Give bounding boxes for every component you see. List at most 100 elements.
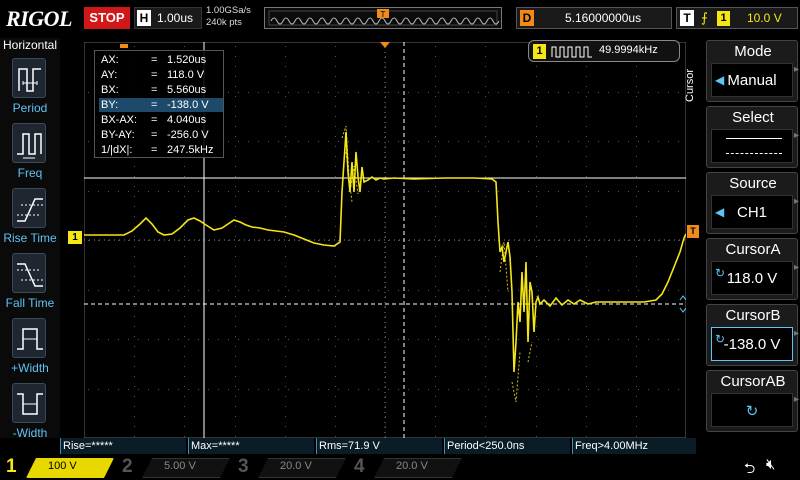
channel1-status[interactable]: 1 100 V — [2, 454, 118, 480]
timebase-display[interactable]: H 1.00us — [134, 7, 202, 29]
counter-value: 49.9994kHz — [599, 44, 658, 56]
freq-label: Freq — [17, 166, 43, 180]
delay-value: 5.16000000us — [565, 11, 642, 25]
readout-value: 118.0 V — [167, 69, 205, 81]
readout-key: BX: — [101, 84, 119, 96]
measure-positive-width-button[interactable]: +Width — [0, 318, 60, 382]
trigger-level-marker[interactable]: T — [687, 225, 699, 238]
menu-title: Cursor — [684, 68, 696, 102]
memory-depth: 240k pts — [206, 17, 242, 28]
rise-time-icon — [12, 188, 46, 228]
square-wave-icon — [551, 46, 592, 58]
panel-title: Horizontal — [2, 38, 58, 52]
readout-value: 4.040us — [167, 114, 207, 126]
negative-width-icon — [12, 383, 46, 423]
readout-key: 1/|dX|: — [101, 144, 133, 156]
readout-key: BX-AX: — [101, 114, 138, 126]
rising-edge-icon: ⨍ — [701, 10, 708, 25]
measurement-freq[interactable]: Freq>4.00MHz — [572, 438, 696, 454]
period-label: Period — [12, 101, 48, 115]
mode-softkey[interactable]: Mode ◀ Manual — [706, 40, 798, 102]
positive-width-label: +Width — [11, 361, 49, 375]
trigger-display[interactable]: T ⨍ 1 10.0 V — [676, 7, 798, 29]
channel-scale: 5.00 V — [164, 460, 196, 472]
readout-eq: = — [151, 129, 158, 141]
select-label: Select — [732, 109, 774, 126]
measurement-max[interactable]: Max=***** — [188, 438, 314, 454]
trigger-tag: T — [680, 10, 694, 26]
speaker-muted-icon[interactable]: 🔇︎ — [766, 456, 775, 473]
channel1-offset-marker[interactable]: 1 — [68, 231, 82, 244]
trigger-position-label: T — [381, 10, 386, 19]
menu-edge-arrow-icon: ▸ — [794, 394, 800, 405]
cursor-b-value-box: ↻ -138.0 V — [711, 327, 793, 361]
measure-fall-time-button[interactable]: Fall Time — [0, 253, 60, 317]
measurement-period[interactable]: Period<250.0ns — [444, 438, 570, 454]
channel-scale: 20.0 V — [396, 460, 428, 472]
brand-logo: RIGOL — [6, 6, 72, 31]
source-softkey[interactable]: Source ◀ CH1 — [706, 172, 798, 234]
positive-width-icon — [12, 318, 46, 358]
cursor-top-marker — [120, 44, 128, 48]
cursor-ab-softkey[interactable]: CursorAB ↻ — [706, 370, 798, 432]
measurement-rise[interactable]: Rise=***** — [60, 438, 186, 454]
menu-edge-arrow-icon: ▸ — [794, 328, 800, 339]
delay-tag: D — [520, 10, 534, 26]
top-status-bar: RIGOL STOP H 1.00us 1.00GSa/s 240k pts T… — [0, 0, 800, 38]
cursor-a-label: CursorA — [725, 241, 781, 258]
select-lines-box — [711, 129, 793, 163]
cursor-a-softkey[interactable]: CursorA ↻ 118.0 V — [706, 238, 798, 300]
readout-key: BY: — [101, 99, 119, 111]
cursor-b-softkey[interactable]: CursorB ↻ -138.0 V — [706, 304, 798, 366]
cursor-ab-label: CursorAB — [720, 373, 786, 390]
negative-width-label: -Width — [12, 426, 48, 440]
readout-eq: = — [151, 54, 158, 66]
horizontal-measure-panel: Horizontal Period Freq Rise Time Fall Ti… — [0, 38, 60, 440]
menu-edge-arrow-icon: ▸ — [794, 262, 800, 273]
cursor-lines-icon — [726, 138, 782, 154]
measurement-rms[interactable]: Rms=71.9 V — [316, 438, 442, 454]
trigger-level: 10.0 V — [747, 11, 782, 25]
channel-scale: 20.0 V — [280, 460, 312, 472]
memory-overview-bar[interactable]: T — [264, 7, 502, 29]
measure-rise-time-button[interactable]: Rise Time — [0, 188, 60, 252]
readout-key: AY: — [101, 69, 118, 81]
channel-number: 4 — [354, 456, 365, 477]
channel-status-bar: 1 100 V 2 5.00 V 3 20.0 V 4 20.0 V — [0, 454, 800, 480]
acquisition-info: 1.00GSa/s 240k pts — [206, 5, 251, 29]
trigger-source: 1 — [717, 11, 730, 26]
readout-value: -138.0 V — [167, 99, 209, 111]
measure-frequency-button[interactable]: Freq — [0, 123, 60, 187]
readout-value: 5.560us — [167, 84, 207, 96]
channel3-status[interactable]: 3 20.0 V — [234, 454, 350, 480]
channel-number: 1 — [6, 456, 17, 477]
channel4-status[interactable]: 4 20.0 V — [350, 454, 466, 480]
frequency-counter: 1 49.9994kHz — [528, 40, 680, 62]
readout-eq: = — [151, 84, 158, 96]
run-stop-indicator[interactable]: STOP — [84, 7, 130, 29]
readout-bx-ax: BX-AX: = 4.040us — [99, 113, 223, 127]
frequency-icon — [12, 123, 46, 163]
delay-display[interactable]: D 5.16000000us — [516, 7, 672, 29]
readout-by-ay: BY-AY: = -256.0 V — [99, 128, 223, 142]
sample-rate: 1.00GSa/s — [206, 5, 251, 16]
readout-eq: = — [151, 114, 158, 126]
readout-ax: AX: = 1.520us — [99, 53, 223, 67]
period-icon — [12, 58, 46, 98]
readout-inverse-dx: 1/|dX|: = 247.5kHz — [99, 143, 223, 157]
readout-value: 1.520us — [167, 54, 207, 66]
menu-edge-arrow-icon: ▸ — [794, 64, 800, 75]
measurement-bar: Rise=***** Max=***** Rms=71.9 V Period<2… — [60, 438, 700, 454]
channel-scale: 100 V — [48, 460, 77, 472]
select-softkey[interactable]: Select — [706, 106, 798, 168]
memory-overview-waveform: T — [268, 9, 500, 26]
fall-time-icon — [12, 253, 46, 293]
fall-time-label: Fall Time — [5, 296, 55, 310]
timebase-value: 1.00us — [157, 11, 194, 25]
menu-edge-arrow-icon: ▸ — [794, 130, 800, 141]
channel2-status[interactable]: 2 5.00 V — [118, 454, 234, 480]
source-value: CH1 — [736, 204, 767, 221]
measure-negative-width-button[interactable]: -Width — [0, 383, 60, 447]
measure-period-button[interactable]: Period — [0, 58, 60, 122]
readout-key: BY-AY: — [101, 129, 135, 141]
